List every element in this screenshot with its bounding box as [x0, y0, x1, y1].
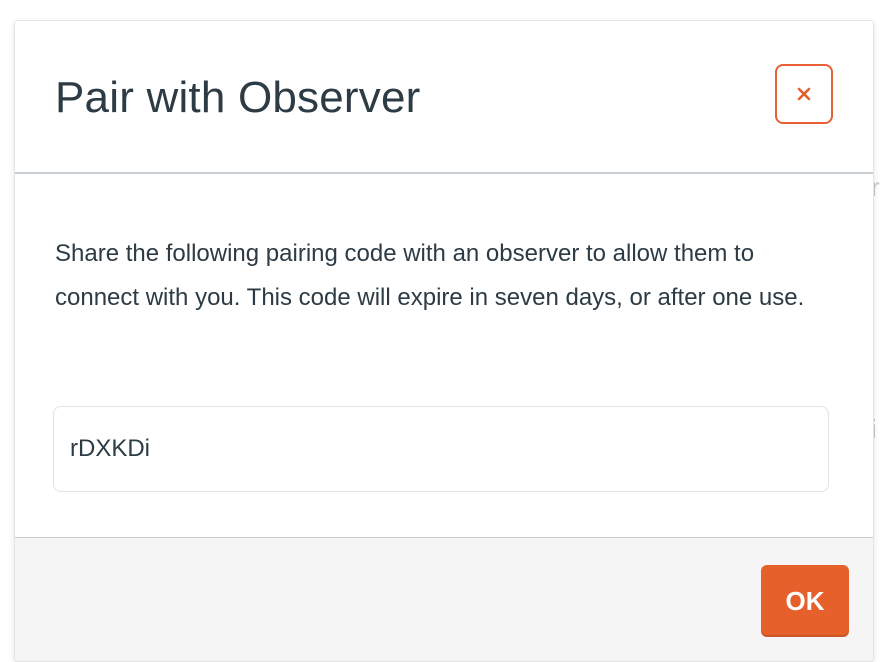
- dialog-footer: OK: [15, 537, 873, 661]
- pair-with-observer-dialog: Pair with Observer Share the following p…: [14, 20, 874, 662]
- pairing-instructions: Share the following pairing code with an…: [55, 240, 805, 311]
- ok-button[interactable]: OK: [761, 565, 849, 637]
- dialog-title: Pair with Observer: [55, 73, 421, 122]
- dialog-header: Pair with Observer: [15, 21, 873, 174]
- pairing-code-field[interactable]: rDXKDi: [53, 406, 829, 492]
- dialog-body: Share the following pairing code with an…: [15, 174, 873, 537]
- close-button[interactable]: [775, 64, 833, 124]
- close-icon: [797, 87, 811, 101]
